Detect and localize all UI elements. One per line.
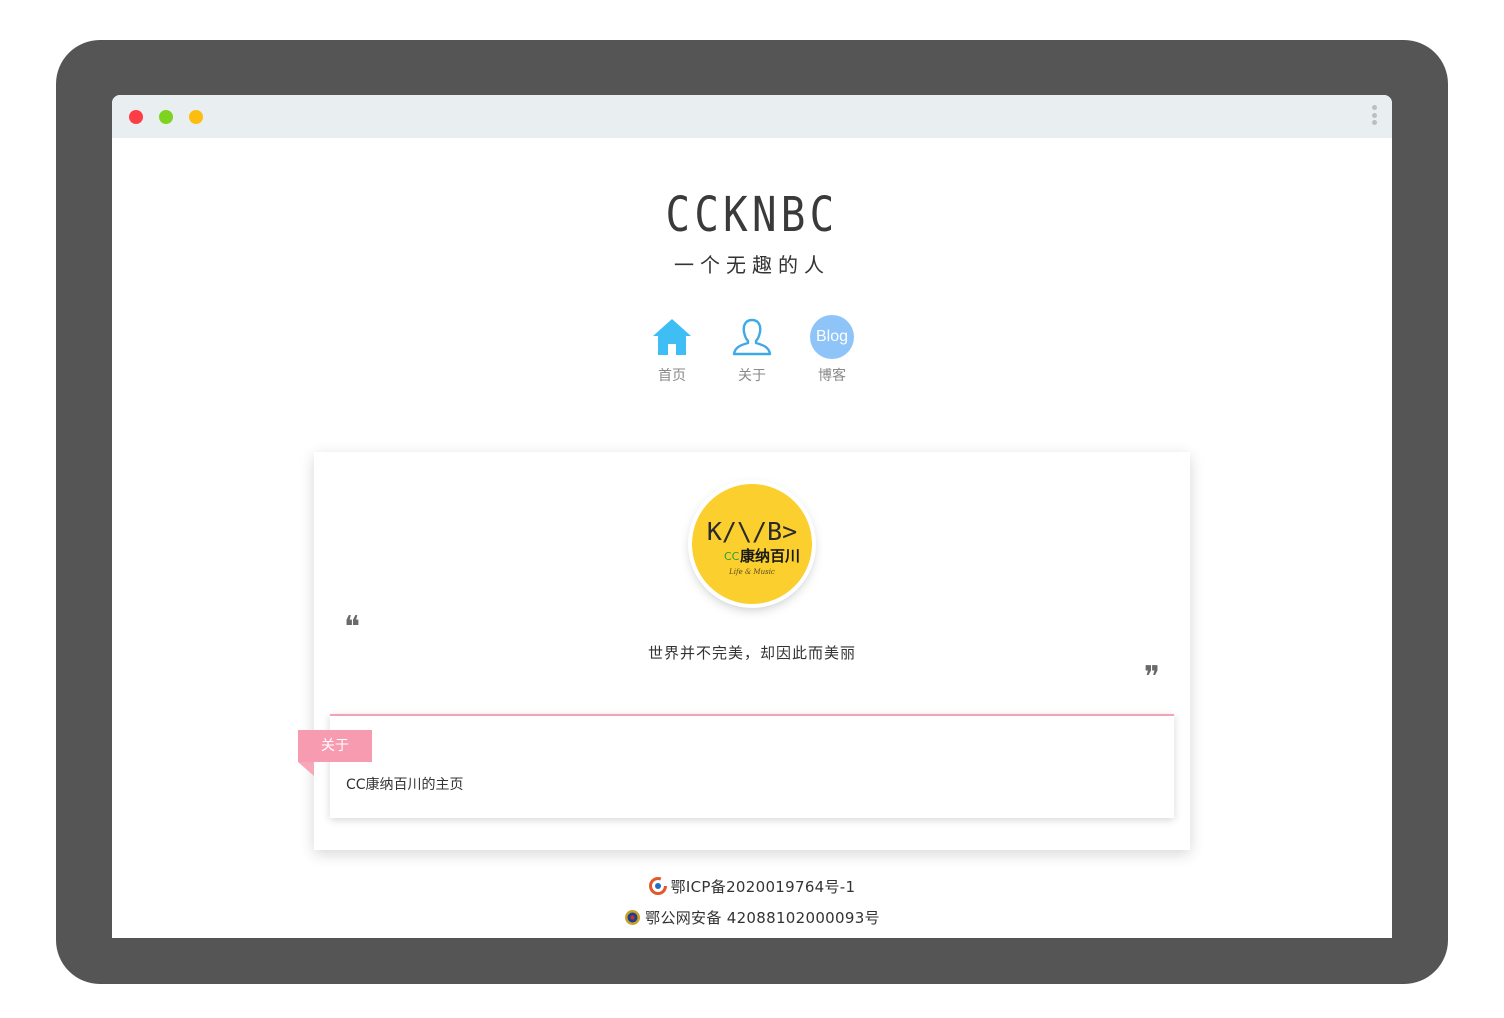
police-text: 鄂公网安备 42088102000093号 <box>645 909 880 927</box>
nav-about[interactable]: 关于 <box>712 315 792 385</box>
site-subtitle: 一个无趣的人 <box>674 253 830 277</box>
home-icon <box>632 315 712 359</box>
close-button[interactable] <box>129 110 143 124</box>
nav-blog[interactable]: Blog 博客 <box>792 315 872 385</box>
nav-about-label: 关于 <box>738 368 766 384</box>
main-nav: 首页 关于 Blog 博客 <box>632 315 872 385</box>
icp-text: 鄂ICP备2020019764号-1 <box>670 878 856 896</box>
icp-footer[interactable]: 鄂ICP备2020019764号-1 <box>112 876 1392 899</box>
nav-home[interactable]: 首页 <box>632 315 712 385</box>
user-icon <box>712 315 792 359</box>
icp-icon <box>648 877 667 899</box>
minimize-button[interactable] <box>159 110 173 124</box>
browser-window: CCKNBC 一个无趣的人 首页 关于 Blog 博客 K/\/B> CC 康纳… <box>112 95 1392 938</box>
nav-blog-label: 博客 <box>818 368 846 384</box>
logo-cc: CC <box>724 550 740 563</box>
police-badge-icon <box>624 909 641 930</box>
nav-home-label: 首页 <box>658 368 686 384</box>
logo-cn: 康纳百川 <box>740 547 800 565</box>
blog-icon-text: Blog <box>810 315 854 359</box>
quote-close-icon: ❞ <box>1143 660 1160 695</box>
about-tag: 关于 <box>298 730 372 762</box>
logo-text: K/\/B> <box>707 517 797 546</box>
about-section: 关于 CC康纳百川的主页 <box>298 714 1174 818</box>
motto: 世界并不完美，却因此而美丽 <box>647 644 856 662</box>
blog-icon: Blog <box>792 315 872 359</box>
about-text: CC康纳百川的主页 <box>346 777 464 793</box>
site-title: CCKNBC <box>665 187 839 243</box>
profile-card: K/\/B> CC 康纳百川 Life & Music ❝ 世界并不完美，却因此… <box>298 452 1190 850</box>
avatar: K/\/B> CC 康纳百川 Life & Music <box>692 484 812 604</box>
title-bar <box>112 95 1392 138</box>
police-footer[interactable]: 鄂公网安备 42088102000093号 <box>112 907 1392 930</box>
quote-open-icon: ❝ <box>344 610 361 645</box>
kebab-icon[interactable] <box>1368 105 1380 129</box>
ribbon-fold <box>298 762 314 776</box>
maximize-button[interactable] <box>189 110 203 124</box>
logo-sub: Life & Music <box>728 568 775 576</box>
